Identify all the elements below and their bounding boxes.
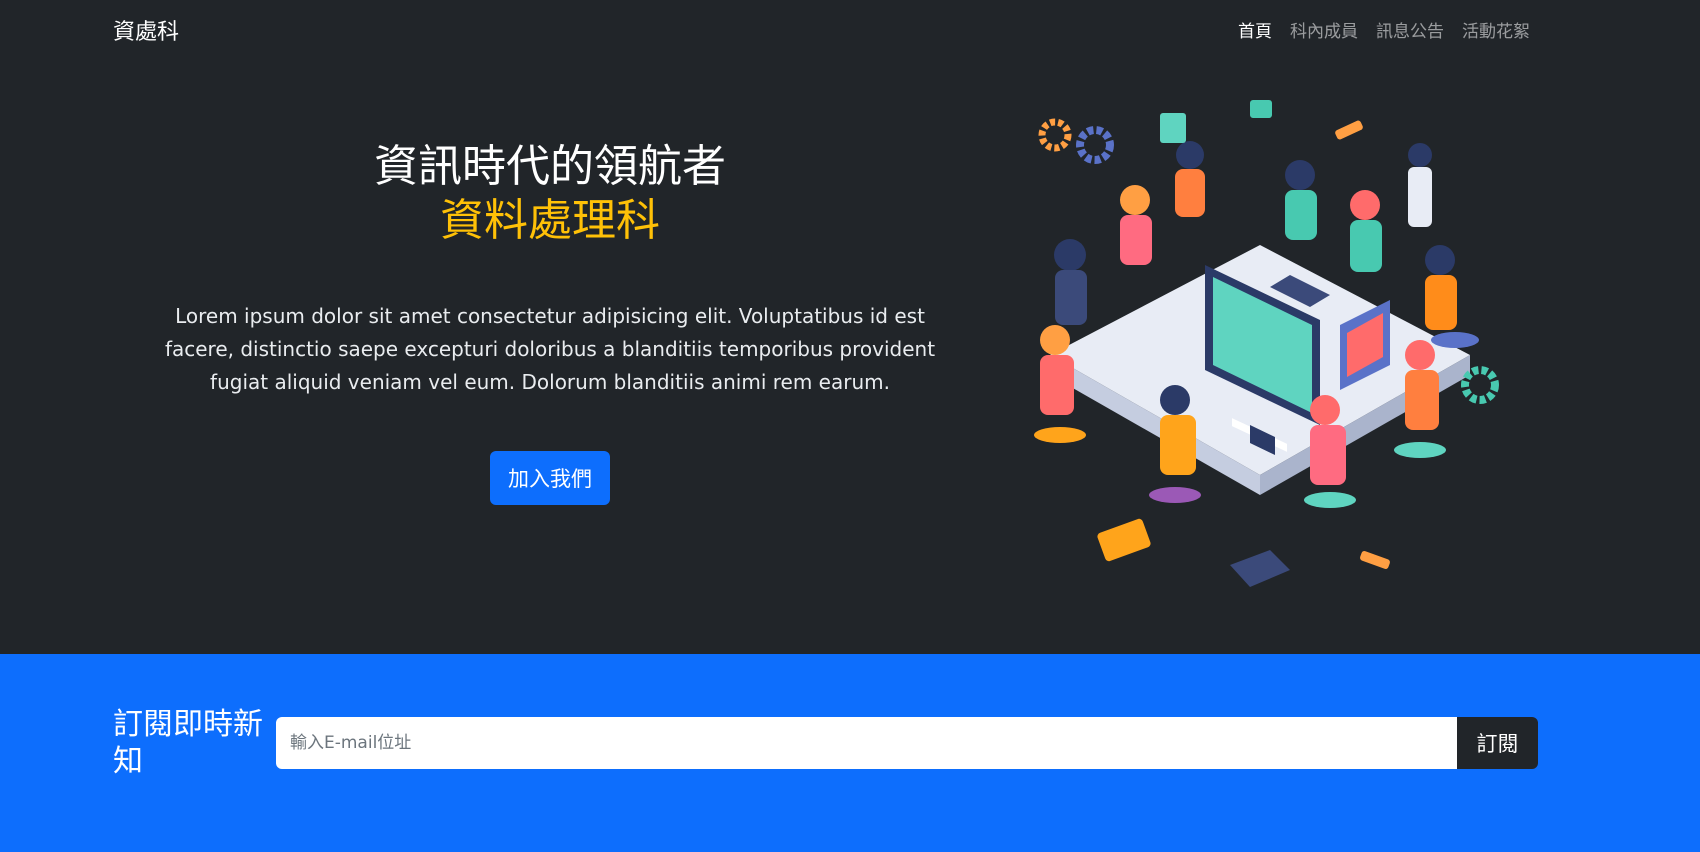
hero-title: 資訊時代的領航者: [374, 141, 726, 192]
hero-description: Lorem ipsum dolor sit amet consectetur a…: [164, 304, 936, 394]
subscribe-title: 訂閱即時新知: [113, 707, 263, 779]
subscribe-button[interactable]: 訂閱: [1457, 717, 1538, 769]
hero-section: 資訊時代的領航者 資料處理科 Lorem ipsum dolor sit ame…: [0, 60, 1700, 654]
nav-links: 首頁 科內成員 訊息公告 活動花絮: [1238, 17, 1530, 42]
subscribe-section: 訂閱即時新知 訂閱: [0, 654, 1700, 852]
hero-subtitle: 資料處理科: [440, 195, 660, 246]
nav-link-members[interactable]: 科內成員: [1290, 17, 1358, 42]
join-button[interactable]: 加入我們: [490, 451, 610, 505]
team-computers-illustration: [1034, 100, 1499, 587]
nav-link-home[interactable]: 首頁: [1238, 17, 1272, 42]
nav-link-gallery[interactable]: 活動花絮: [1462, 17, 1530, 42]
navbar: 資處科 首頁 科內成員 訊息公告 活動花絮: [0, 0, 1700, 60]
nav-link-announcements[interactable]: 訊息公告: [1376, 17, 1444, 42]
subscribe-form: 訂閱: [276, 717, 1538, 769]
brand-link[interactable]: 資處科: [113, 14, 179, 46]
hero-text: 資訊時代的領航者 資料處理科 Lorem ipsum dolor sit ame…: [140, 140, 960, 505]
email-input[interactable]: [276, 717, 1457, 769]
